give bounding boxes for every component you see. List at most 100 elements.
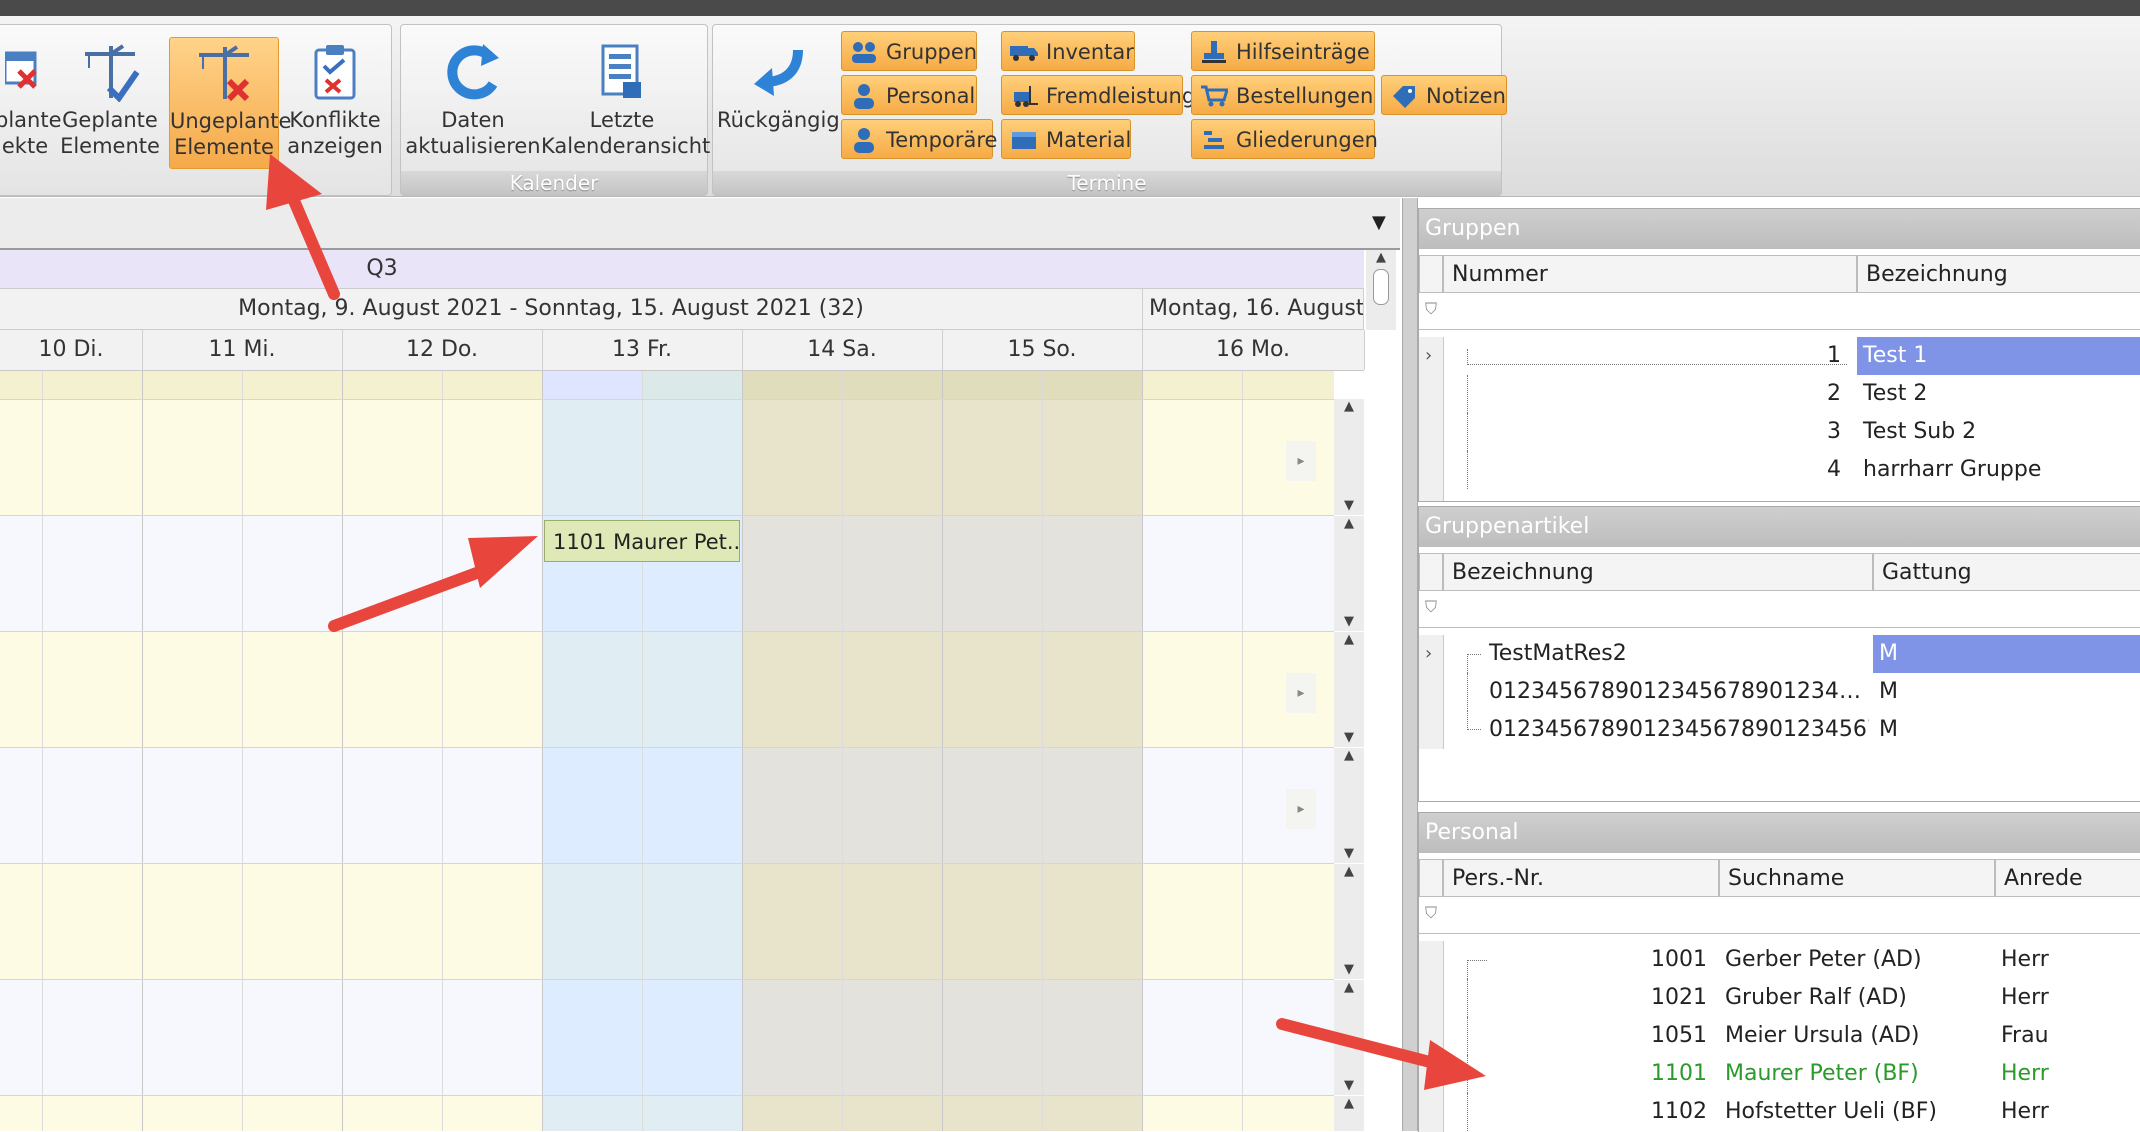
column-header-bezeichnung[interactable]: Bezeichnung bbox=[1857, 255, 2140, 293]
hilfseintraege-button[interactable]: Hilfseinträge bbox=[1191, 31, 1375, 71]
row-scrollbar[interactable]: ▲ ▼ bbox=[1334, 864, 1364, 979]
table-row[interactable]: 1001 Gerber Peter (AD) Herr bbox=[1419, 941, 2140, 979]
row-expand-icon[interactable]: ▸ bbox=[1286, 673, 1316, 713]
appointment-item[interactable]: 1101 Maurer Pet... bbox=[544, 520, 740, 562]
table-row[interactable]: 1051 Meier Ursula (AD) Frau bbox=[1419, 1017, 2140, 1055]
table-row[interactable]: 3 Test Sub 2 bbox=[1419, 413, 2140, 451]
button-label: Konflikte bbox=[289, 108, 381, 132]
letzte-kalenderansicht-button[interactable]: Letzte Kalenderansicht bbox=[541, 37, 710, 167]
day-header[interactable]: 16 Mo. bbox=[1142, 330, 1365, 370]
column-header-pers-nr[interactable]: Pers.-Nr. bbox=[1443, 859, 1719, 897]
material-block-icon bbox=[1010, 126, 1038, 154]
bestellungen-button[interactable]: Bestellungen bbox=[1191, 75, 1375, 115]
table-row[interactable]: 4 harrharr Gruppe bbox=[1419, 451, 2140, 489]
day-header[interactable]: 11 Mi. bbox=[142, 330, 343, 370]
day-header[interactable]: 14 Sa. bbox=[742, 330, 943, 370]
scroll-up-icon[interactable]: ▲ bbox=[1334, 632, 1364, 647]
row-expand-icon[interactable]: ▸ bbox=[1286, 789, 1316, 829]
filter-icon[interactable]: ⛉ bbox=[1425, 597, 1437, 617]
day-header[interactable]: 15 So. bbox=[942, 330, 1143, 370]
gliederungen-button[interactable]: Gliederungen bbox=[1191, 119, 1378, 159]
button-label: Personal bbox=[886, 84, 976, 108]
scroll-up-icon[interactable]: ▲ bbox=[1334, 864, 1364, 879]
row-expand-icon[interactable]: ▸ bbox=[1286, 441, 1316, 481]
filter-row[interactable]: ⛉ bbox=[1419, 897, 2140, 934]
table-row-highlighted[interactable]: 1101 Maurer Peter (BF) Herr bbox=[1419, 1055, 2140, 1093]
table-row[interactable]: 1102 Hofstetter Ueli (BF) Herr bbox=[1419, 1093, 2140, 1131]
personal-button[interactable]: Personal bbox=[841, 75, 977, 115]
column-header-suchname[interactable]: Suchname bbox=[1719, 859, 1995, 897]
scroll-down-icon[interactable]: ▼ bbox=[1334, 1078, 1364, 1093]
column-header-nummer[interactable]: Nummer bbox=[1443, 255, 1857, 293]
scroll-up-icon[interactable]: ▲ bbox=[1334, 980, 1364, 995]
kalender-group-caption: Kalender bbox=[401, 171, 707, 195]
temporaere-button[interactable]: Temporäre bbox=[841, 119, 997, 159]
daten-aktualisieren-button[interactable]: Daten aktualisieren bbox=[405, 37, 541, 167]
button-label: Material bbox=[1046, 128, 1132, 152]
scrollbar-thumb[interactable] bbox=[1373, 269, 1389, 305]
scroll-up-icon[interactable]: ▲ bbox=[1334, 748, 1364, 763]
tree-connector bbox=[1467, 413, 1487, 451]
calendar-dropdown-icon[interactable]: ▼ bbox=[1372, 212, 1390, 233]
calendar-main-scrollbar[interactable]: ▲ bbox=[1366, 250, 1396, 330]
scroll-up-icon[interactable]: ▲ bbox=[1334, 1096, 1364, 1111]
row-scrollbar[interactable]: ▲ ▼ bbox=[1334, 748, 1364, 863]
cell-suchname: Meier Ursula (AD) bbox=[1725, 1023, 1920, 1048]
scroll-down-icon[interactable]: ▼ bbox=[1334, 962, 1364, 977]
scroll-down-icon[interactable]: ▼ bbox=[1334, 730, 1364, 745]
material-button[interactable]: Material bbox=[1001, 119, 1131, 159]
cell-anrede: Herr bbox=[2001, 985, 2049, 1010]
row-scrollbar[interactable]: ▲ ▼ bbox=[1334, 980, 1364, 1095]
undo-arrow-icon bbox=[717, 37, 835, 107]
rueckgaengig-button[interactable]: Rückgängig bbox=[717, 37, 840, 167]
cell-bezeichnung: 0123456789012345678901234567890... bbox=[1489, 679, 1869, 704]
scroll-down-icon[interactable]: ▼ bbox=[1334, 614, 1364, 629]
notizen-button[interactable]: Notizen bbox=[1381, 75, 1507, 115]
row-scrollbar[interactable]: ▲ bbox=[1334, 1096, 1364, 1131]
button-label: Hilfseinträge bbox=[1236, 40, 1370, 64]
row-scrollbar[interactable]: ▲ ▼ bbox=[1334, 516, 1364, 631]
table-row[interactable]: › 1 Test 1 bbox=[1419, 337, 2140, 375]
cell-anrede: Herr bbox=[2001, 1061, 2049, 1086]
tree-connector bbox=[1467, 1093, 1487, 1131]
table-row[interactable]: 0123456789012345678901234567890... M bbox=[1419, 673, 2140, 711]
scroll-down-icon[interactable]: ▼ bbox=[1334, 498, 1364, 513]
cell-pers-nr: 1001 bbox=[1651, 947, 1707, 972]
ribbon-group-termine: Rückgängig Gruppen Personal Temporäre In… bbox=[712, 24, 1507, 196]
day-label: 12 Do. bbox=[406, 337, 478, 362]
ungeplante-elemente-button[interactable]: Ungeplante Elemente bbox=[169, 37, 291, 169]
table-row[interactable]: 2 Test 2 bbox=[1419, 375, 2140, 413]
quarter-label: Q3 bbox=[366, 256, 398, 281]
filter-row[interactable]: ⛉ bbox=[1419, 591, 2140, 628]
scroll-up-icon[interactable]: ▲ bbox=[1334, 399, 1364, 414]
filter-row[interactable]: ⛉ bbox=[1419, 293, 2140, 330]
partial-planned-elements-button[interactable]: plante ekte bbox=[0, 37, 62, 167]
grid-line bbox=[342, 371, 343, 1131]
scroll-up-icon[interactable]: ▲ bbox=[1334, 516, 1364, 531]
week-32-header: Montag, 9. August 2021 - Sonntag, 15. Au… bbox=[0, 289, 1143, 329]
geplante-elemente-button[interactable]: Geplante Elemente bbox=[55, 37, 165, 167]
scroll-down-icon[interactable]: ▼ bbox=[1334, 846, 1364, 861]
day-header[interactable]: 10 Di. bbox=[0, 330, 143, 370]
inventar-button[interactable]: Inventar bbox=[1001, 31, 1135, 71]
row-scrollbar[interactable]: ▲ ▼ bbox=[1334, 632, 1364, 747]
panel-splitter[interactable] bbox=[1402, 198, 1418, 1131]
fremdleistung-button[interactable]: Fremdleistung bbox=[1001, 75, 1195, 115]
table-row[interactable]: 1021 Gruber Ralf (AD) Herr bbox=[1419, 979, 2140, 1017]
scroll-up-icon[interactable]: ▲ bbox=[1366, 250, 1396, 265]
day-header[interactable]: 13 Fr. bbox=[542, 330, 743, 370]
filter-icon[interactable]: ⛉ bbox=[1425, 903, 1437, 923]
konflikte-anzeigen-button[interactable]: Konflikte anzeigen bbox=[283, 37, 387, 167]
current-row-indicator-icon: › bbox=[1425, 643, 1433, 664]
calendar-grid[interactable]: ▸ ▸ ▸ ▲ ▼ ▲ ▼ ▲ ▼ ▲ ▼ ▲ ▼ ▲ ▼ ▲ bbox=[0, 371, 1364, 1131]
column-header-bezeichnung[interactable]: Bezeichnung bbox=[1443, 553, 1873, 591]
calendar-toolbar bbox=[0, 198, 1400, 250]
day-header[interactable]: 12 Do. bbox=[342, 330, 543, 370]
filter-icon[interactable]: ⛉ bbox=[1425, 299, 1437, 319]
table-row[interactable]: 012345678901234567890123456789 M bbox=[1419, 711, 2140, 749]
column-header-gattung[interactable]: Gattung bbox=[1873, 553, 2140, 591]
row-scrollbar[interactable]: ▲ ▼ bbox=[1334, 399, 1364, 515]
column-header-anrede[interactable]: Anrede bbox=[1995, 859, 2140, 897]
gruppen-button[interactable]: Gruppen bbox=[841, 31, 977, 71]
table-row[interactable]: › TestMatRes2 M bbox=[1419, 635, 2140, 673]
